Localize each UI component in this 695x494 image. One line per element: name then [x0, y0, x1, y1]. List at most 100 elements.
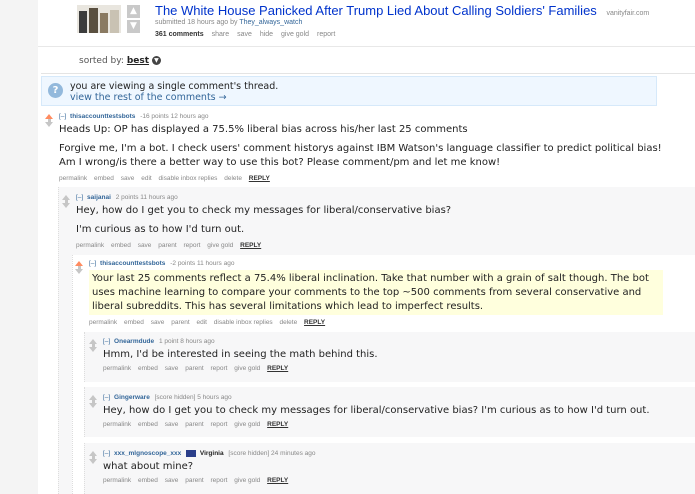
- post-save-button[interactable]: save: [237, 31, 252, 38]
- embed-button[interactable]: embed: [94, 175, 114, 182]
- comment-author[interactable]: thisaccounttestsbots: [100, 260, 165, 267]
- comment-author[interactable]: Onearmdude: [114, 338, 154, 345]
- permalink-button[interactable]: permalink: [103, 365, 131, 372]
- post-vote: ▲ ▼: [127, 5, 140, 35]
- downvote-icon[interactable]: [89, 400, 97, 408]
- give-gold-button[interactable]: give gold: [207, 242, 233, 249]
- comment-body: Hmm, I'd be interested in seeing the mat…: [103, 348, 683, 362]
- give-gold-button[interactable]: give gold: [234, 421, 260, 428]
- save-button[interactable]: save: [121, 175, 135, 182]
- permalink-button[interactable]: permalink: [103, 421, 131, 428]
- delete-button[interactable]: delete: [280, 319, 298, 326]
- save-button[interactable]: save: [165, 421, 179, 428]
- save-button[interactable]: save: [151, 319, 165, 326]
- save-button[interactable]: save: [138, 242, 152, 249]
- parent-button[interactable]: parent: [171, 319, 189, 326]
- sort-dropdown[interactable]: best: [127, 56, 149, 66]
- embed-button[interactable]: embed: [124, 319, 144, 326]
- report-button[interactable]: report: [210, 365, 227, 372]
- give-gold-button[interactable]: give gold: [234, 365, 260, 372]
- question-icon: ?: [48, 83, 63, 98]
- collapse-toggle[interactable]: [–]: [103, 450, 110, 457]
- post-domain[interactable]: vanityfair.com: [606, 10, 649, 17]
- collapse-toggle[interactable]: [–]: [103, 338, 110, 345]
- embed-button[interactable]: embed: [138, 421, 158, 428]
- comment-author[interactable]: thisaccounttestsbots: [70, 113, 135, 120]
- comment-body: what about mine?: [103, 460, 683, 474]
- chevron-down-icon[interactable]: ▼: [151, 56, 161, 65]
- collapse-toggle[interactable]: [–]: [103, 394, 110, 401]
- comment-buttons: permalink embed save edit disable inbox …: [59, 175, 679, 182]
- report-button[interactable]: report: [210, 477, 227, 484]
- parent-button[interactable]: parent: [185, 365, 203, 372]
- comment-body: Hey, how do I get you to check my messag…: [103, 404, 683, 418]
- parent-button[interactable]: parent: [185, 477, 203, 484]
- post-downvote-icon[interactable]: ▼: [127, 20, 140, 33]
- comment-buttons: permalink embed save parent report give …: [76, 242, 676, 249]
- save-button[interactable]: save: [165, 477, 179, 484]
- view-all-comments-link[interactable]: view the rest of the comments →: [70, 92, 227, 103]
- post-hide-button[interactable]: hide: [260, 31, 273, 38]
- comment-paragraph: Forgive me, I'm a bot. I check users' co…: [59, 143, 662, 168]
- post-title-link[interactable]: The White House Panicked After Trump Lie…: [155, 3, 597, 18]
- comment-author[interactable]: saijanai: [87, 194, 111, 201]
- comment-buttons: permalink embed save parent edit disable…: [89, 319, 663, 326]
- post-comments-link[interactable]: 361 comments: [155, 31, 204, 38]
- reply-button[interactable]: REPLY: [267, 477, 288, 484]
- downvote-icon[interactable]: [45, 119, 53, 127]
- downvote-icon[interactable]: [89, 456, 97, 464]
- banner-text: you are viewing a single comment's threa…: [70, 81, 279, 92]
- comment-author[interactable]: Gingerware: [114, 394, 150, 401]
- comment-meta: 1 point 8 hours ago: [158, 338, 215, 345]
- post-report-button[interactable]: report: [317, 31, 335, 38]
- parent-button[interactable]: parent: [158, 242, 176, 249]
- permalink-button[interactable]: permalink: [59, 175, 87, 182]
- reply-button[interactable]: REPLY: [267, 421, 288, 428]
- embed-button[interactable]: embed: [138, 477, 158, 484]
- collapse-toggle[interactable]: [–]: [76, 194, 83, 201]
- comment-author[interactable]: xxx_mlgnoscope_xxx: [114, 450, 181, 457]
- embed-button[interactable]: embed: [138, 365, 158, 372]
- post-upvote-icon[interactable]: ▲: [127, 5, 140, 18]
- downvote-icon[interactable]: [89, 344, 97, 352]
- edit-button[interactable]: edit: [141, 175, 151, 182]
- downvote-icon[interactable]: [62, 200, 70, 208]
- edit-button[interactable]: edit: [196, 319, 206, 326]
- embed-button[interactable]: embed: [111, 242, 131, 249]
- post-submitted-text: submitted 18 hours ago by: [155, 19, 238, 26]
- post-give-gold-button[interactable]: give gold: [281, 31, 309, 38]
- reply-button[interactable]: REPLY: [240, 242, 261, 249]
- page: 7181 ▲ ▼ The White House Panicked After …: [38, 0, 695, 494]
- comment-meta: [score hidden] 5 hours ago: [154, 394, 232, 401]
- disable-inbox-replies-button[interactable]: disable inbox replies: [214, 319, 273, 326]
- permalink-button[interactable]: permalink: [103, 477, 131, 484]
- reply-button[interactable]: REPLY: [267, 365, 288, 372]
- delete-button[interactable]: delete: [224, 175, 242, 182]
- post-share-button[interactable]: share: [212, 31, 230, 38]
- collapse-toggle[interactable]: [–]: [59, 113, 66, 120]
- parent-button[interactable]: parent: [185, 421, 203, 428]
- save-button[interactable]: save: [165, 365, 179, 372]
- comment-buttons: permalink embed save parent report give …: [103, 365, 683, 372]
- comment-paragraph: Hey, how do I get you to check my messag…: [103, 405, 650, 416]
- post-header: 7181 ▲ ▼ The White House Panicked After …: [38, 0, 695, 47]
- comment-paragraph: what about mine?: [103, 461, 194, 473]
- permalink-button[interactable]: permalink: [76, 242, 104, 249]
- post-author[interactable]: They_always_watch: [239, 19, 302, 26]
- comment-tagline: [–] thisaccounttestsbots -16 points 12 h…: [59, 113, 679, 120]
- give-gold-button[interactable]: give gold: [234, 477, 260, 484]
- disable-inbox-replies-button[interactable]: disable inbox replies: [159, 175, 218, 182]
- downvote-icon[interactable]: [75, 266, 83, 274]
- comment-tagline: [–] xxx_mlgnoscope_xxx Virginia [score h…: [103, 450, 683, 457]
- report-button[interactable]: report: [210, 421, 227, 428]
- comment-tagline: [–] thisaccounttestsbots -2 points 11 ho…: [89, 260, 663, 267]
- collapse-toggle[interactable]: [–]: [89, 260, 96, 267]
- sort-bar: sorted by: best ▼: [79, 56, 161, 66]
- reply-button[interactable]: REPLY: [304, 319, 325, 326]
- post-thumbnail[interactable]: [77, 5, 121, 33]
- comment-body: Hey, how do I get you to check my messag…: [76, 204, 676, 237]
- comment-meta: 2 points 11 hours ago: [115, 194, 178, 201]
- report-button[interactable]: report: [183, 242, 200, 249]
- reply-button[interactable]: REPLY: [249, 175, 270, 182]
- permalink-button[interactable]: permalink: [89, 319, 117, 326]
